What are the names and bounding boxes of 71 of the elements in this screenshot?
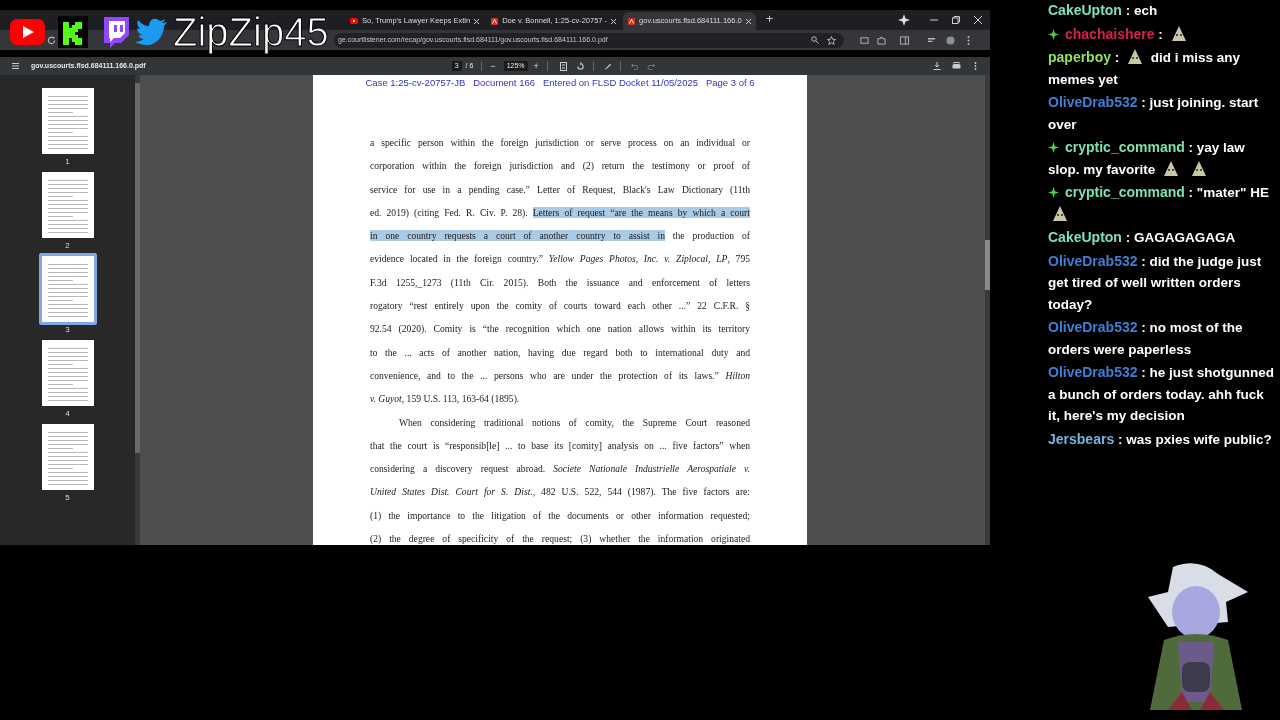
chat-username[interactable]: Jersbears bbox=[1048, 430, 1115, 447]
undo-icon[interactable] bbox=[630, 62, 639, 70]
chat-message: OliveDrab532 : no most of the orders were paperless bbox=[1047, 318, 1244, 359]
chat-message: chachaishere : bbox=[1045, 23, 1276, 45]
chat-message: OliveDrab532 : just joining. start over bbox=[1047, 93, 1260, 134]
restore-icon[interactable] bbox=[952, 16, 960, 24]
chat-username[interactable]: paperboy bbox=[1048, 49, 1111, 65]
document-icon bbox=[491, 17, 499, 25]
page-number: 4 bbox=[65, 409, 70, 418]
close-icon[interactable] bbox=[611, 18, 617, 24]
page-number: 3 bbox=[65, 325, 70, 334]
chat-username[interactable]: cryptic_command bbox=[1065, 184, 1185, 200]
emote-icon bbox=[1051, 204, 1069, 223]
minimize-icon[interactable] bbox=[930, 16, 938, 24]
paragraph: When considering traditional notions of comity, the Supreme Court reasoned that the court is “responsib[le] ... to base its [comity] analysis on ... five factors” when considering a discovery request abroad. Societe Nationale Industrielle Aerospatiale v. United States Dist. Court for S. Dist., 482 U.S. 522, 544 (1987). The five factors are: (1) the importance to the litigation of the documents or other information requested; (2) the degree of specificity of the request; (3) whether the information originated bbox=[370, 415, 750, 545]
page-thumbnail[interactable] bbox=[38, 253, 97, 325]
menu-icon[interactable] bbox=[12, 63, 19, 69]
sidebar-icon[interactable] bbox=[900, 35, 909, 45]
chat-username[interactable]: chachaishere bbox=[1065, 25, 1155, 42]
chat-username[interactable]: OliveDrab532 bbox=[1048, 252, 1138, 269]
rotate-icon[interactable] bbox=[575, 61, 585, 71]
new-tab-button[interactable]: + bbox=[765, 8, 774, 28]
sparkle-icon[interactable] bbox=[898, 14, 910, 26]
sparkle-badge-icon bbox=[1048, 187, 1059, 198]
youtube-logo-icon bbox=[10, 19, 45, 45]
page-number: 5 bbox=[65, 493, 70, 502]
sparkle-badge-icon bbox=[1048, 142, 1059, 153]
channel-name: ZipZip45 bbox=[173, 12, 329, 52]
annotate-icon[interactable] bbox=[602, 61, 612, 71]
chat-username[interactable]: OliveDrab532 bbox=[1048, 319, 1138, 335]
reload-icon[interactable] bbox=[47, 35, 56, 45]
zoom-icon[interactable] bbox=[811, 36, 819, 44]
zoom-in-button[interactable]: + bbox=[533, 61, 539, 71]
chat-message: cryptic_command : yay law slop. my favorite bbox=[1047, 138, 1246, 180]
kick-logo-icon bbox=[58, 16, 88, 48]
zoom-out-button[interactable]: − bbox=[490, 61, 496, 71]
chat-message: Jersbears : was pxies wife public? bbox=[1047, 429, 1273, 449]
chat-message: OliveDrab532 : did the judge just get tired of well written orders today? bbox=[1047, 251, 1263, 314]
fit-page-icon[interactable] bbox=[559, 61, 567, 71]
download-icon[interactable] bbox=[933, 62, 941, 70]
chat-username[interactable]: OliveDrab532 bbox=[1048, 364, 1138, 380]
more-icon[interactable] bbox=[974, 62, 977, 70]
page-number: 2 bbox=[65, 241, 70, 250]
star-icon[interactable] bbox=[827, 35, 836, 45]
more-icon[interactable] bbox=[967, 35, 970, 45]
close-icon[interactable] bbox=[974, 16, 982, 24]
emote-icon bbox=[1169, 24, 1188, 43]
page-number: 1 bbox=[65, 157, 70, 166]
print-icon[interactable] bbox=[952, 62, 961, 70]
video-icon bbox=[350, 18, 358, 24]
chat-message: paperboy : did i miss any memes yet bbox=[1047, 47, 1242, 89]
bird-logo-icon bbox=[135, 18, 168, 46]
chat-message: cryptic_command : "mater" HE bbox=[1045, 182, 1276, 225]
document-icon bbox=[628, 17, 636, 25]
emote-icon bbox=[1189, 159, 1208, 178]
profile-icon[interactable] bbox=[946, 35, 955, 45]
chat-message: CakeUpton : ech bbox=[1047, 1, 1159, 20]
emote-icon bbox=[1126, 48, 1145, 66]
docket-header: Case 1:25-cv-20757-JB Document 166 Entered on FLSD Docket 11/05/2025 Page 3 of 6 bbox=[365, 77, 755, 89]
chat-username[interactable]: cryptic_command bbox=[1065, 139, 1185, 155]
chat-message: OliveDrab532 : he just shotgunned a bunch of orders today. ahh fuck it, here's my decision bbox=[1047, 363, 1275, 425]
close-icon[interactable] bbox=[474, 18, 480, 24]
paragraph: a specific person within the foreign jurisdiction or serve process on an individual or corporation within the foreign jurisdiction and (2) return the testimony or proof of service for use in a pending case.” Letter of Request, Black's Law Dictionary (11th ed. 2019) (citing Fed. R. Civ. P. 28). Letters of request “are the means by which a court in one country requests a court of another country to assist in the production of evidence located in the foreign country.” Yellow Pages Photos, Inc. v. Ziplocal, LP, 795 F.3d 1255,_1273 (11th Cir. 2015). Both the issuance and enforcement of letters rogatory “rest entirely upon the comity of courts toward each other ...” 22 C.F.R. § 92.54 (2020). Comity is “the recognition which one nation allows within its territory to the ... acts of another nation, having due regard both to international duty and convenience, and to the ... persons who are under the protection of its laws.” Hilton v. Guyot, 159 U.S. 113, 163-64 (1895). bbox=[370, 136, 750, 407]
emote-icon bbox=[1162, 159, 1181, 178]
redo-icon[interactable] bbox=[646, 62, 655, 70]
chat-username[interactable]: CakeUpton bbox=[1048, 229, 1122, 245]
chat-username[interactable]: OliveDrab532 bbox=[1048, 94, 1138, 110]
close-icon[interactable] bbox=[745, 18, 751, 24]
chat-username[interactable]: CakeUpton bbox=[1048, 2, 1122, 18]
chat-message: CakeUpton : GAGAGAGAGA bbox=[1047, 228, 1237, 247]
sparkle-badge-icon bbox=[1048, 28, 1059, 40]
